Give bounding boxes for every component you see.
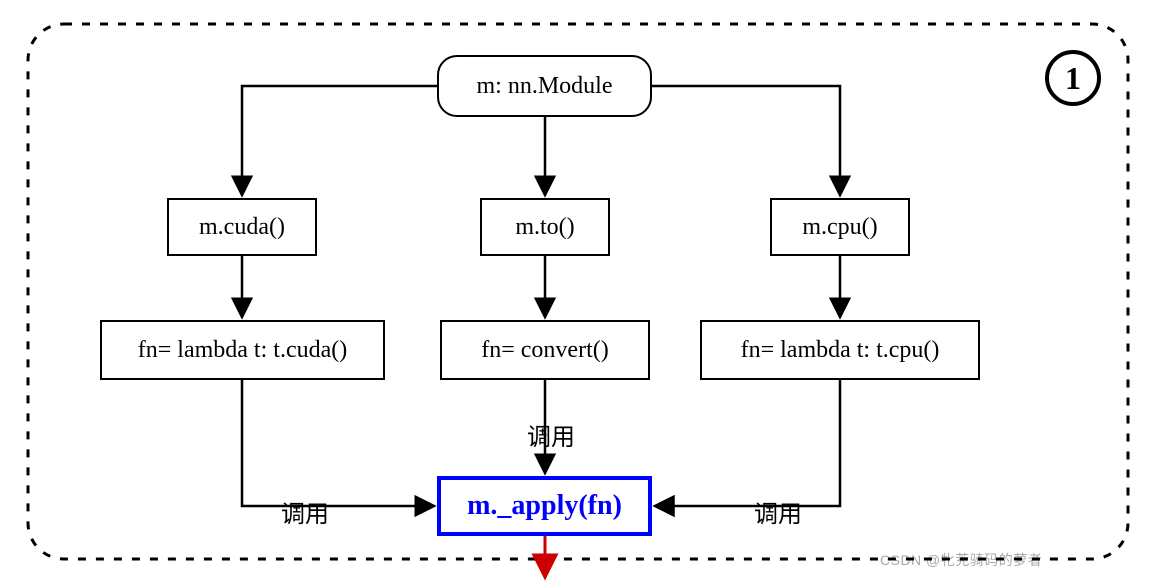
edge-right-label: 调用 xyxy=(748,494,808,529)
watermark: CSDN @牝茺骑码的萝者 xyxy=(880,550,1042,570)
node-cuda-call: m.cuda() xyxy=(167,198,317,256)
node-to-fn-label: fn= convert() xyxy=(481,337,608,364)
edge-center-label: 调用 xyxy=(521,417,581,452)
node-cpu-call: m.cpu() xyxy=(770,198,910,256)
node-cuda-fn-label: fn= lambda t: t.cuda() xyxy=(138,337,347,364)
node-to-call-label: m.to() xyxy=(515,214,574,241)
edge-left-label: 调用 xyxy=(275,494,335,529)
node-cuda-call-label: m.cuda() xyxy=(199,214,285,241)
node-apply-label: m._apply(fn) xyxy=(467,490,622,522)
node-cpu-fn-label: fn= lambda t: t.cpu() xyxy=(741,337,940,364)
node-root-label: m: nn.Module xyxy=(477,73,613,100)
node-cuda-fn: fn= lambda t: t.cuda() xyxy=(100,320,385,380)
node-cpu-call-label: m.cpu() xyxy=(802,214,877,241)
node-apply: m._apply(fn) xyxy=(437,476,652,536)
diagram-stage: 1 m: nn.Module m.cuda() m.to() m.cpu() f… xyxy=(0,0,1157,583)
node-to-fn: fn= convert() xyxy=(440,320,650,380)
diagram-badge: 1 xyxy=(1045,50,1101,106)
node-root: m: nn.Module xyxy=(437,55,652,117)
node-cpu-fn: fn= lambda t: t.cpu() xyxy=(700,320,980,380)
node-to-call: m.to() xyxy=(480,198,610,256)
diagram-badge-label: 1 xyxy=(1065,60,1081,97)
